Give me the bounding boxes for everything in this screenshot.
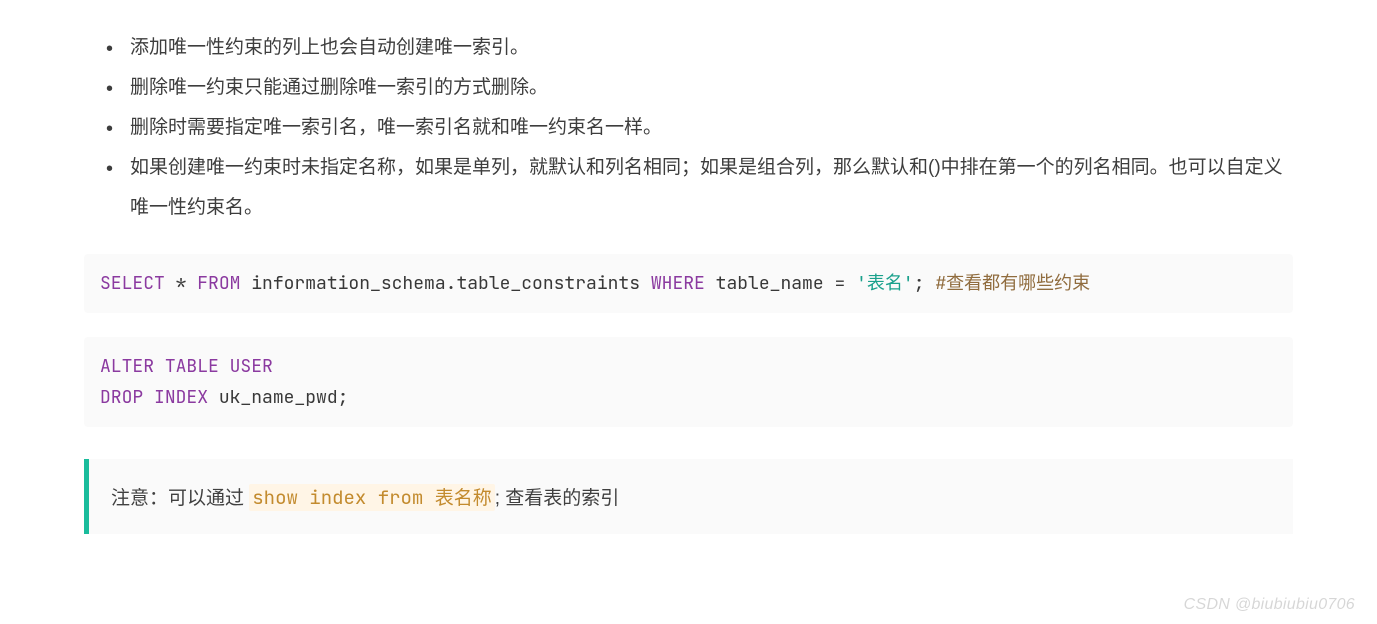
code-text: table_name xyxy=(705,272,835,295)
watermark: CSDN @biubiubiu0706 xyxy=(1184,596,1355,614)
keyword-drop: DROP xyxy=(100,386,143,409)
list-item-text: 如果创建唯一约束时未指定名称，如果是单列，就默认和列名相同；如果是组合列，那么默… xyxy=(130,157,1283,218)
keyword-from: FROM xyxy=(197,272,240,295)
keyword-show: show xyxy=(252,485,298,510)
keyword-index: index xyxy=(309,485,366,510)
table-placeholder: 表名称 xyxy=(435,485,492,510)
list-item: 如果创建唯一约束时未指定名称，如果是单列，就默认和列名相同；如果是组合列，那么默… xyxy=(130,148,1293,228)
op-equals: = xyxy=(834,272,845,295)
list-item-text: 删除时需要指定唯一索引名，唯一索引名就和唯一约束名一样。 xyxy=(130,117,662,138)
keyword-index: INDEX xyxy=(154,386,208,409)
keyword-select: SELECT xyxy=(100,272,165,295)
content-area: 添加唯一性约束的列上也会自动创建唯一索引。 删除唯一约束只能通过删除唯一索引的方… xyxy=(0,0,1377,534)
keyword-user: USER xyxy=(230,355,273,378)
keyword-where: WHERE xyxy=(640,272,705,295)
comment: #查看都有哪些约束 xyxy=(935,272,1090,295)
keyword-alter: ALTER xyxy=(100,355,154,378)
code-ident: table_constraints xyxy=(456,272,640,295)
string-literal: '表名' xyxy=(856,272,914,295)
keyword-from: from xyxy=(378,485,424,510)
note-suffix: 查看表的索引 xyxy=(500,488,619,509)
note-prefix: 注意：可以通过 xyxy=(111,488,249,509)
code-text xyxy=(845,272,856,295)
bullet-list: 添加唯一性约束的列上也会自动创建唯一索引。 删除唯一约束只能通过删除唯一索引的方… xyxy=(130,28,1293,228)
list-item-text: 添加唯一性约束的列上也会自动创建唯一索引。 xyxy=(130,37,529,58)
code-text: * xyxy=(165,272,197,295)
code-text: information_schema xyxy=(240,272,445,295)
code-text: ; xyxy=(914,272,936,295)
list-item: 添加唯一性约束的列上也会自动创建唯一索引。 xyxy=(130,28,1293,68)
keyword-table: TABLE xyxy=(165,355,219,378)
code-ident: uk_name_pwd; xyxy=(208,386,348,409)
inline-code: show index from 表名称 xyxy=(249,484,494,511)
code-block-select[interactable]: SELECT * FROM information_schema.table_c… xyxy=(84,254,1293,313)
list-item-text: 删除唯一约束只能通过删除唯一索引的方式删除。 xyxy=(130,77,548,98)
list-item: 删除唯一约束只能通过删除唯一索引的方式删除。 xyxy=(130,68,1293,108)
list-item: 删除时需要指定唯一索引名，唯一索引名就和唯一约束名一样。 xyxy=(130,108,1293,148)
note-block: 注意：可以通过 show index from 表名称; 查看表的索引 xyxy=(84,459,1293,534)
dot: . xyxy=(446,272,457,295)
code-block-alter[interactable]: ALTER TABLE USER DROP INDEX uk_name_pwd; xyxy=(84,337,1293,427)
